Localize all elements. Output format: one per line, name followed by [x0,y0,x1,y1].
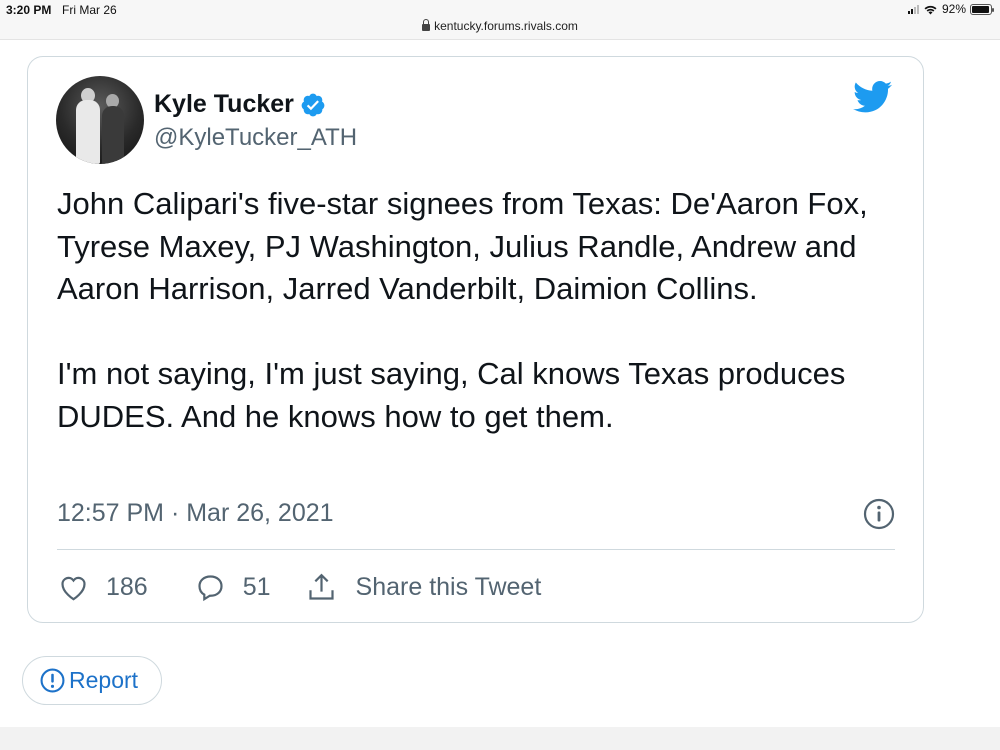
heart-icon [61,576,86,600]
tweet-timestamp[interactable]: 12:57 PM · Mar 26, 2021 [57,499,334,528]
ios-status-bar: 3:20 PM Fri Mar 26 92% kentucky.forums.r… [0,0,1000,40]
page-footer-strip [0,727,1000,750]
address-bar[interactable]: kentucky.forums.rivals.com [0,19,1000,33]
report-label: Report [69,667,139,693]
cellular-signal-icon [907,4,919,14]
tweet-actions: 186 51 Share this Tweet [57,569,541,605]
tweet-text-paragraph: John Calipari's five-star signees from T… [57,186,868,306]
twitter-bird-icon[interactable] [853,81,893,114]
reply-button[interactable]: 51 [194,571,305,604]
status-time: 3:20 PM [6,3,52,17]
tweet-card[interactable]: Kyle Tucker @KyleTucker_ATH John Calipar… [27,56,924,623]
tweet-body: John Calipari's five-star signees from T… [57,183,917,438]
wifi-icon [924,5,937,14]
report-button[interactable]: Report [22,656,162,705]
like-button[interactable]: 186 [57,571,194,604]
tweet-text-paragraph: I'm not saying, I'm just saying, Cal kno… [57,356,846,434]
like-count: 186 [106,572,148,601]
speech-bubble-icon [198,574,223,601]
status-date: Fri Mar 26 [62,3,117,17]
verified-badge-icon [301,93,325,116]
author-name-row[interactable]: Kyle Tucker [154,90,326,119]
avatar[interactable] [56,76,144,164]
info-icon[interactable] [863,498,895,530]
share-label: Share this Tweet [355,572,542,601]
lock-icon [422,19,431,31]
author-name[interactable]: Kyle Tucker [154,90,294,119]
share-upload-icon [308,573,334,600]
url-text: kentucky.forums.rivals.com [434,19,578,33]
exclamation-circle-icon [40,668,65,693]
divider [57,549,895,550]
status-indicators: 92% [907,2,994,16]
battery-percent: 92% [941,2,966,16]
share-button[interactable]: Share this Tweet [305,571,542,604]
author-handle[interactable]: @KyleTucker_ATH [154,124,357,152]
reply-count: 51 [242,572,271,601]
battery-icon [970,3,994,15]
